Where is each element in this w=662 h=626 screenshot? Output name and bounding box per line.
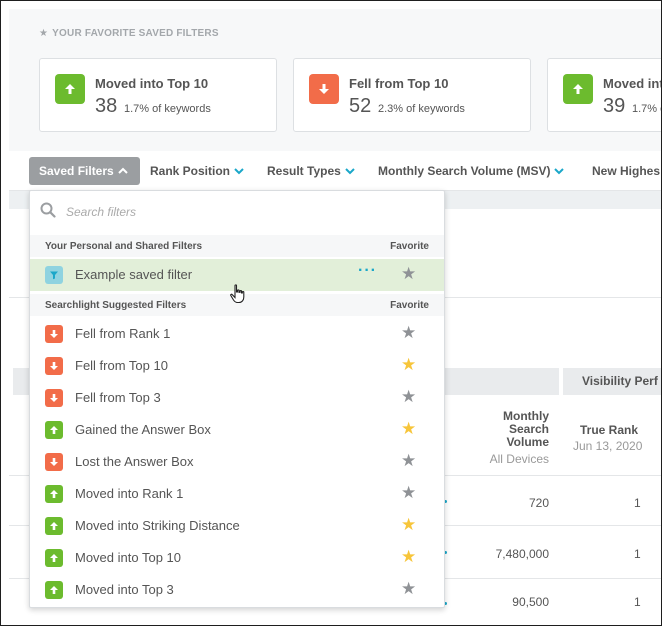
- app-frame: ★ YOUR FAVORITE SAVED FILTERS Moved into…: [0, 0, 662, 626]
- favorite-card-fell-from-top-10[interactable]: Fell from Top 10 52 2.3% of keywords: [293, 58, 531, 132]
- table-cell-msv: 7,480,000: [495, 547, 549, 561]
- true-rank-subheader: Jun 13, 2020: [573, 439, 643, 453]
- list-item-label: Gained the Answer Box: [75, 422, 211, 437]
- table-cell-msv: 720: [528, 496, 549, 510]
- table-cell-rank: 1: [634, 496, 641, 510]
- favorite-filters-section: ★ YOUR FAVORITE SAVED FILTERS Moved into…: [9, 9, 662, 151]
- list-item[interactable]: Moved into Top 10 ★: [30, 542, 444, 574]
- card-count: 39: [603, 95, 626, 117]
- card-percent: 1.7% of keywords: [124, 103, 211, 115]
- list-item[interactable]: Fell from Top 3 ★: [30, 382, 444, 414]
- list-item-label: Fell from Top 10: [75, 358, 168, 373]
- arrow-up-icon: [45, 421, 63, 439]
- star-icon[interactable]: ★: [401, 452, 416, 470]
- new-highest-dropdown[interactable]: New Highes: [592, 164, 660, 178]
- list-item-label: Moved into Striking Distance: [75, 518, 240, 533]
- arrow-up-icon: [45, 549, 63, 567]
- arrow-down-icon: [45, 325, 63, 343]
- result-types-dropdown[interactable]: Result Types: [267, 164, 355, 178]
- personal-filters-header: Your Personal and Shared Filters Favorit…: [30, 235, 444, 257]
- list-item-label: Fell from Rank 1: [75, 326, 171, 341]
- search-row: [30, 191, 444, 233]
- msv-column-header[interactable]: Monthly Search Volume: [503, 410, 549, 449]
- list-item-label: Lost the Answer Box: [75, 454, 194, 469]
- arrow-down-icon: [45, 357, 63, 375]
- chevron-down-icon: [345, 164, 355, 178]
- card-percent: 2.3% of keywords: [378, 103, 465, 115]
- card-name: Moved int: [603, 76, 662, 91]
- star-icon[interactable]: ★: [401, 484, 416, 502]
- saved-filters-button[interactable]: Saved Filters: [29, 157, 140, 185]
- more-options-icon[interactable]: ···: [358, 262, 377, 280]
- star-icon[interactable]: ★: [401, 580, 416, 598]
- favorites-title: ★ YOUR FAVORITE SAVED FILTERS: [39, 28, 219, 39]
- favorite-card-moved-into-top-10[interactable]: Moved into Top 10 38 1.7% of keywords: [39, 58, 277, 132]
- msv-dropdown[interactable]: Monthly Search Volume (MSV): [378, 164, 565, 178]
- arrow-up-icon: [45, 517, 63, 535]
- arrow-up-icon: [45, 581, 63, 599]
- list-item[interactable]: Moved into Striking Distance ★: [30, 510, 444, 542]
- filter-toolbar: Saved Filters Rank Position Result Types…: [9, 151, 661, 191]
- list-item[interactable]: Fell from Top 10 ★: [30, 350, 444, 382]
- msv-subheader: All Devices: [489, 452, 549, 466]
- table-cell-rank: 1: [634, 595, 641, 609]
- saved-filters-dropdown: Your Personal and Shared Filters Favorit…: [29, 190, 445, 608]
- list-item[interactable]: Moved into Top 3 ★: [30, 574, 444, 606]
- star-icon: ★: [39, 28, 49, 39]
- arrow-up-icon: [563, 74, 593, 104]
- list-item[interactable]: Moved into Rank 1 ★: [30, 478, 444, 510]
- card-percent: 1.7% o: [632, 103, 661, 115]
- card-count: 52: [349, 95, 372, 117]
- chevron-down-icon: [234, 164, 244, 178]
- table-cell-msv: 90,500: [512, 595, 549, 609]
- list-item[interactable]: Gained the Answer Box ★: [30, 414, 444, 446]
- hand-cursor-icon: [229, 284, 247, 309]
- star-icon[interactable]: ★: [401, 548, 416, 566]
- list-item-label: Moved into Rank 1: [75, 486, 184, 501]
- table-cell-rank: 1: [634, 547, 641, 561]
- arrow-up-icon: [55, 74, 85, 104]
- list-item-label: Moved into Top 3: [75, 582, 174, 597]
- true-rank-column-header[interactable]: True Rank: [580, 423, 638, 437]
- star-icon[interactable]: ★: [401, 265, 416, 283]
- arrow-down-icon: [45, 453, 63, 471]
- list-item[interactable]: Lost the Answer Box ★: [30, 446, 444, 478]
- rank-position-dropdown[interactable]: Rank Position: [150, 164, 244, 178]
- visibility-header: Visibility Perf: [582, 374, 658, 388]
- arrow-down-icon: [309, 74, 339, 104]
- arrow-down-icon: [45, 389, 63, 407]
- list-item-label: Moved into Top 10: [75, 550, 181, 565]
- star-icon[interactable]: ★: [401, 356, 416, 374]
- search-filters-input[interactable]: [66, 205, 366, 219]
- arrow-up-icon: [45, 485, 63, 503]
- chevron-up-icon: [117, 164, 128, 178]
- list-item[interactable]: Fell from Rank 1 ★: [30, 318, 444, 350]
- list-item-label: Fell from Top 3: [75, 390, 161, 405]
- search-icon: [40, 202, 56, 223]
- star-icon[interactable]: ★: [401, 388, 416, 406]
- filter-icon: [45, 266, 63, 284]
- star-icon[interactable]: ★: [401, 324, 416, 342]
- star-icon[interactable]: ★: [401, 516, 416, 534]
- chevron-down-icon: [554, 164, 565, 178]
- favorite-card-moved-into[interactable]: Moved int 39 1.7% o: [547, 58, 662, 132]
- card-name: Moved into Top 10: [95, 76, 209, 91]
- star-icon[interactable]: ★: [401, 420, 416, 438]
- card-count: 38: [95, 95, 118, 117]
- card-name: Fell from Top 10: [349, 76, 449, 91]
